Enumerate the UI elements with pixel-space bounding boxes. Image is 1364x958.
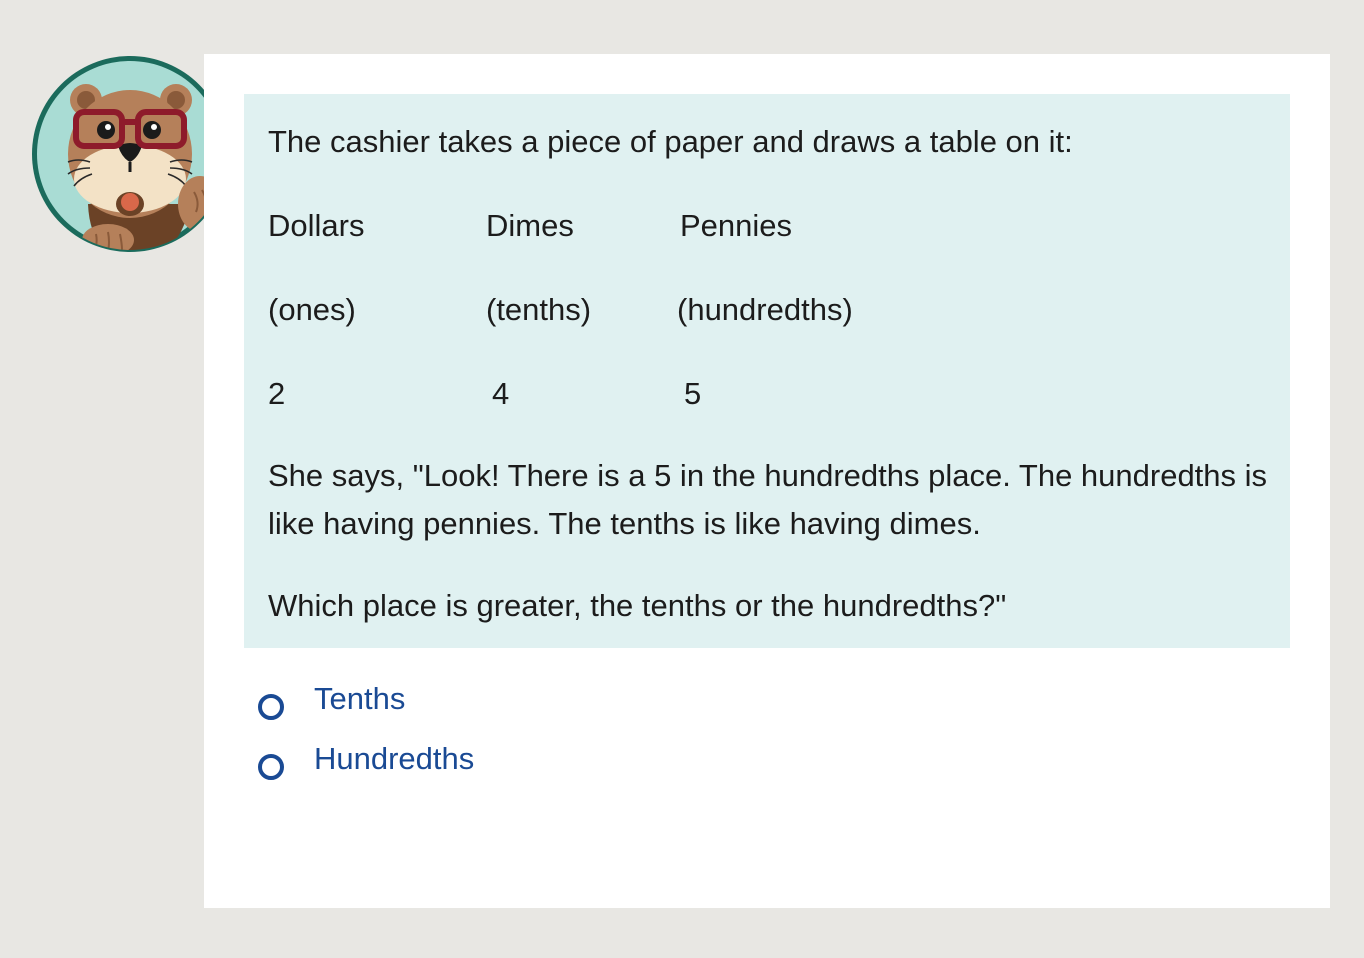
table-subheader-tenths: (tenths) bbox=[486, 292, 592, 327]
option-label[interactable]: Tenths bbox=[314, 680, 405, 718]
table-subheader-hundredths: (hundredths) bbox=[677, 292, 853, 327]
option-tenths[interactable]: Tenths bbox=[256, 674, 656, 734]
radio-circle-icon[interactable] bbox=[258, 754, 284, 780]
table-header-dimes: Dimes bbox=[486, 208, 574, 243]
prompt-question: Which place is greater, the tenths or th… bbox=[268, 588, 1007, 623]
otter-with-glasses-icon bbox=[32, 56, 228, 252]
prompt-intro: The cashier takes a piece of paper and d… bbox=[268, 124, 1073, 159]
table-header-pennies: Pennies bbox=[680, 208, 793, 243]
option-label[interactable]: Hundredths bbox=[314, 740, 474, 778]
prompt-statement: She says, "Look! There is a 5 in the hun… bbox=[268, 458, 1268, 541]
answer-options: Tenths Hundredths bbox=[256, 674, 656, 794]
table-value-dimes: 4 bbox=[492, 376, 510, 411]
table-header-dollars: Dollars bbox=[268, 208, 365, 243]
option-hundredths[interactable]: Hundredths bbox=[256, 734, 656, 794]
table-subheader-ones: (ones) bbox=[268, 292, 356, 327]
otter-avatar bbox=[30, 54, 230, 254]
radio-circle-icon[interactable] bbox=[258, 694, 284, 720]
question-prompt: The cashier takes a piece of paper and d… bbox=[244, 94, 1290, 648]
table-value-dollars: 2 bbox=[268, 376, 286, 411]
question-card: The cashier takes a piece of paper and d… bbox=[204, 54, 1330, 908]
table-value-pennies: 5 bbox=[684, 376, 702, 411]
